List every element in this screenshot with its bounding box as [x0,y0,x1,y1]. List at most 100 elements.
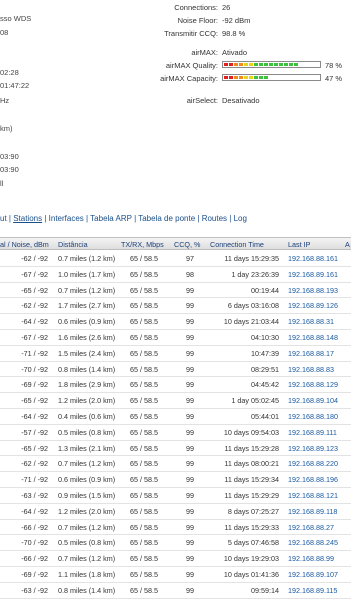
bar-segment [264,76,268,79]
tab-stations[interactable]: Stations [13,214,42,223]
cell-txrx: 65 / 58.5 [130,585,158,595]
cell-last-ip[interactable]: 192.168.88.99 [288,554,334,563]
cell-distance: 1.2 miles (2.0 km) [58,396,116,406]
tab-log[interactable]: Log [234,214,247,223]
cell-last-ip[interactable]: 192.168.89.115 [288,586,337,595]
cell-distance: 1.0 miles (1.7 km) [58,269,116,279]
cell-last-ip[interactable]: 192.168.88.31 [288,317,334,326]
cell-signal-noise: -67 / -92 [21,333,48,342]
cell-ccq: 99 [186,475,194,485]
cell-ccq: 98 [186,269,194,279]
header-txrx[interactable]: TX/RX, Mbps [121,240,164,249]
cell-connection-time: 04:45:42 [251,380,279,390]
header-last-ip[interactable]: Last IP [288,240,310,249]
bar-segment [229,76,233,79]
table-row: -62 / -92 1.7 miles (2.7 km) 65 / 58.5 99 6 … [0,297,351,315]
cell-last-ip[interactable]: 192.168.89.161 [288,270,338,279]
cell-last-ip[interactable]: 192.168.89.104 [288,396,338,405]
table-row: -63 / -920.7 miles (1.1 km)65 / 58.59911… [0,598,351,601]
table-row: -70 / -92 0.8 miles (1.4 km) 65 / 58.5 99 08… [0,361,351,378]
cell-last-ip[interactable]: 192.168.88.161 [288,254,338,263]
table-row: -57 / -92 0.5 miles (0.8 km) 65 / 58.5 99 10… [0,424,351,441]
header-connection-time[interactable]: Connection Time [210,240,264,249]
cell-last-ip[interactable]: 192.168.88.121 [288,491,338,500]
cell-connection-time: 10 days 01:41:36 [223,570,279,579]
cell-signal-noise: -62 / -92 [21,254,48,263]
cell-ccq: 99 [186,317,194,327]
cell-distance: 0.7 miles (1.2 km) [58,554,116,564]
tab-interfaces[interactable]: Interfaces [49,214,84,223]
cell-last-ip[interactable]: 192.168.88.17 [288,349,334,358]
info-frequency: Hz [0,96,10,105]
header-action[interactable]: A [345,240,350,249]
cell-last-ip[interactable]: 192.168.88.220 [288,459,338,468]
cell-connection-time: 04:10:30 [251,333,279,342]
bar-segment [234,76,238,79]
bar-segment [289,76,293,79]
cell-last-ip[interactable]: 192.168.88.245 [288,538,338,547]
tab-bridge-table[interactable]: Tabela de ponte [138,214,195,223]
cell-last-ip[interactable]: 192.168.88.196 [288,475,338,484]
cell-ccq: 99 [186,285,194,295]
bar-segment [244,76,248,79]
cell-ccq: 99 [186,491,194,500]
cell-connection-time: 11 days 15:29:34 [224,475,279,485]
cell-signal-noise: -65 / -92 [21,443,48,453]
airselect-label: airSelect: [186,96,218,105]
cell-txrx: 65 / 58.5 [130,459,158,469]
table-row: -64 / -92 1.2 miles (2.0 km) 65 / 58.5 99 8 … [0,503,351,520]
header-distance[interactable]: Distância [58,240,88,249]
cell-signal-noise: -69 / -92 [21,380,48,390]
cell-last-ip[interactable]: 192.168.89.126 [288,301,338,310]
bar-segment [264,63,268,66]
cell-txrx: 65 / 58.5 [130,570,158,579]
cell-distance: 0.6 miles (0.9 km) [58,317,116,327]
cell-last-ip[interactable]: 192.168.88.148 [288,333,338,342]
tab-throughput[interactable]: ut [0,214,7,223]
cell-connection-time: 08:29:51 [251,364,279,374]
header-ccq[interactable]: CCQ, % [174,240,200,249]
cell-distance: 0.5 miles (0.8 km) [58,427,116,437]
bar-segment [244,63,248,66]
cell-last-ip[interactable]: 192.168.89.111 [288,428,337,437]
noise-floor-label: Noise Floor: [177,16,218,25]
cell-distance: 0.7 miles (1.2 km) [58,522,116,532]
cell-txrx: 65 / 58.5 [130,506,158,516]
cell-last-ip[interactable]: 192.168.88.129 [288,380,338,389]
cell-distance: 0.4 miles (0.6 km) [58,412,116,421]
cell-connection-time: 1 day 05:02:45 [231,396,279,406]
cell-last-ip[interactable]: 192.168.88.83 [288,365,334,374]
tab-routes[interactable]: Routes [202,214,227,223]
cell-connection-time: 11 days 15:29:33 [224,522,279,532]
cell-last-ip[interactable]: 192.168.89.118 [288,507,337,516]
cell-last-ip[interactable]: 192.168.88.180 [288,412,338,421]
cell-connection-time: 5 days 07:46:58 [227,538,279,548]
cell-txrx: 65 / 58.5 [130,412,158,421]
airselect-value: Desativado [222,96,260,105]
cell-ccq: 99 [186,427,194,437]
cell-ccq: 99 [186,364,194,374]
info-distance: km) [0,124,13,133]
cell-connection-time: 11 days 08:00:21 [224,459,279,469]
cell-last-ip[interactable]: 192.168.88.27 [288,523,334,532]
cell-ccq: 99 [186,396,194,406]
cell-distance: 1.7 miles (2.7 km) [58,301,116,311]
cell-last-ip[interactable]: 192.168.88.193 [288,286,338,295]
table-row: -63 / -92 0.8 miles (1.4 km) 65 / 58.5 99 09… [0,582,351,599]
table-row: -71 / -92 0.6 miles (0.9 km) 65 / 58.5 99 11… [0,471,351,488]
airmax-value: Ativado [222,48,248,57]
cell-distance: 0.7 miles (1.2 km) [58,285,116,295]
tab-arp-table[interactable]: Tabela ARP [90,214,132,223]
bar-segment [234,63,238,66]
cell-signal-noise: -69 / -92 [21,570,48,579]
airmax-quality-bar [222,61,321,68]
cell-ccq: 99 [186,522,194,532]
cell-distance: 0.7 miles (1.2 km) [58,254,116,263]
cell-last-ip[interactable]: 192.168.89.107 [288,570,338,579]
cell-signal-noise: -65 / -92 [21,396,48,406]
cell-last-ip[interactable]: 192.168.89.123 [288,444,338,453]
cell-signal-noise: -65 / -92 [21,285,48,295]
header-signal-noise[interactable]: al / Noise, dBm [0,240,49,249]
info-date: 02:28 [0,68,19,77]
bar-segment [289,63,293,66]
